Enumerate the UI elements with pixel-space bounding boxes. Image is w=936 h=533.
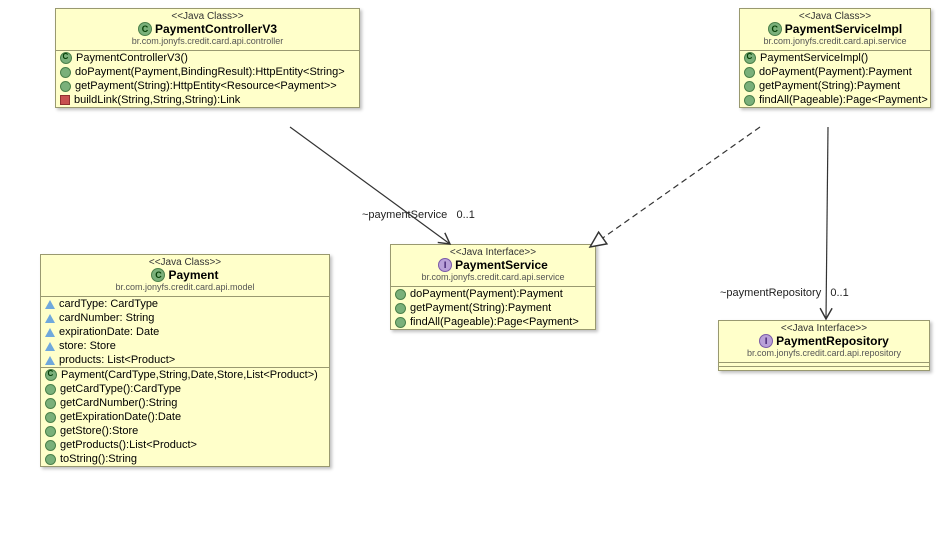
interface-icon: I [438, 258, 452, 272]
package-label: br.com.jonyfs.credit.card.api.model [47, 282, 323, 292]
interface-payment-repository: <<Java Interface>> I PaymentRepository b… [718, 320, 930, 371]
operation-row: getPayment(String):HttpEntity<Resource<P… [56, 79, 359, 93]
operation-row: Payment(CardType,String,Date,Store,List<… [41, 368, 329, 382]
method-icon [395, 289, 406, 300]
method-icon [45, 440, 56, 451]
field-row: expirationDate: Date [41, 325, 329, 339]
field-icon [45, 342, 55, 351]
class-name: I PaymentRepository [759, 334, 889, 348]
association-role-payment-service: ~paymentService 0..1 [362, 209, 475, 221]
stereotype-label: <<Java Interface>> [397, 247, 589, 258]
operation-row: PaymentControllerV3() [56, 51, 359, 65]
class-payment: <<Java Class>> C Payment br.com.jonyfs.c… [40, 254, 330, 467]
operation-row: getCardType():CardType [41, 382, 329, 396]
operation-row: getStore():Store [41, 424, 329, 438]
class-header: <<Java Interface>> I PaymentRepository b… [719, 321, 929, 363]
class-name: I PaymentService [438, 258, 548, 272]
class-name: C PaymentServiceImpl [768, 22, 902, 36]
field-row: cardType: CardType [41, 297, 329, 311]
field-icon [45, 356, 55, 365]
class-name-text: Payment [168, 268, 218, 282]
class-payment-controller-v3: <<Java Class>> C PaymentControllerV3 br.… [55, 8, 360, 108]
class-header: <<Java Class>> C Payment br.com.jonyfs.c… [41, 255, 329, 297]
field-icon [45, 314, 55, 323]
class-payment-service-impl: <<Java Class>> C PaymentServiceImpl br.c… [739, 8, 931, 108]
package-label: br.com.jonyfs.credit.card.api.repository [725, 348, 923, 358]
stereotype-label: <<Java Class>> [62, 11, 353, 22]
class-icon: C [151, 268, 165, 282]
method-icon [60, 81, 71, 92]
field-icon [45, 300, 55, 309]
operation-row: PaymentServiceImpl() [740, 51, 930, 65]
stereotype-label: <<Java Interface>> [725, 323, 923, 334]
operations-compartment: doPayment(Payment):Payment getPayment(St… [391, 287, 595, 329]
interface-payment-service: <<Java Interface>> I PaymentService br.c… [390, 244, 596, 330]
operation-row: getProducts():List<Product> [41, 438, 329, 452]
field-icon [45, 328, 55, 337]
field-row: store: Store [41, 339, 329, 353]
operation-row: getPayment(String):Payment [740, 79, 930, 93]
class-name-text: PaymentService [455, 258, 548, 272]
class-name-text: PaymentControllerV3 [155, 22, 277, 36]
method-icon [395, 303, 406, 314]
operation-row: getExpirationDate():Date [41, 410, 329, 424]
interface-icon: I [759, 334, 773, 348]
field-row: products: List<Product> [41, 353, 329, 367]
association-role-payment-repository: ~paymentRepository 0..1 [720, 287, 849, 299]
class-name: C PaymentControllerV3 [138, 22, 277, 36]
constructor-icon [45, 369, 57, 381]
operation-row: findAll(Pageable):Page<Payment> [740, 93, 930, 107]
method-icon [45, 398, 56, 409]
class-header: <<Java Class>> C PaymentControllerV3 br.… [56, 9, 359, 51]
method-icon [45, 426, 56, 437]
class-header: <<Java Class>> C PaymentServiceImpl br.c… [740, 9, 930, 51]
class-name-text: PaymentServiceImpl [785, 22, 902, 36]
attributes-compartment: cardType: CardType cardNumber: String ex… [41, 297, 329, 368]
method-icon [744, 81, 755, 92]
field-row: cardNumber: String [41, 311, 329, 325]
operation-row: toString():String [41, 452, 329, 466]
package-label: br.com.jonyfs.credit.card.api.service [397, 272, 589, 282]
operations-compartment: Payment(CardType,String,Date,Store,List<… [41, 368, 329, 466]
operation-row: doPayment(Payment):Payment [391, 287, 595, 301]
method-icon [45, 454, 56, 465]
class-header: <<Java Interface>> I PaymentService br.c… [391, 245, 595, 287]
class-name: C Payment [151, 268, 218, 282]
operations-compartment: PaymentServiceImpl() doPayment(Payment):… [740, 51, 930, 107]
operation-row: doPayment(Payment):Payment [740, 65, 930, 79]
class-icon: C [768, 22, 782, 36]
operation-row: doPayment(Payment,BindingResult):HttpEnt… [56, 65, 359, 79]
operation-row: getPayment(String):Payment [391, 301, 595, 315]
constructor-icon [60, 52, 72, 64]
constructor-icon [744, 52, 756, 64]
method-icon [744, 67, 755, 78]
operations-compartment: PaymentControllerV3() doPayment(Payment,… [56, 51, 359, 107]
operation-row: findAll(Pageable):Page<Payment> [391, 315, 595, 329]
method-icon [45, 384, 56, 395]
operation-row: getCardNumber():String [41, 396, 329, 410]
class-name-text: PaymentRepository [776, 334, 889, 348]
class-icon: C [138, 22, 152, 36]
method-icon [395, 317, 406, 328]
package-label: br.com.jonyfs.credit.card.api.service [746, 36, 924, 46]
method-icon [60, 67, 71, 78]
stereotype-label: <<Java Class>> [746, 11, 924, 22]
private-method-icon [60, 95, 70, 105]
package-label: br.com.jonyfs.credit.card.api.controller [62, 36, 353, 46]
method-icon [45, 412, 56, 423]
operation-row: buildLink(String,String,String):Link [56, 93, 359, 107]
method-icon [744, 95, 755, 106]
stereotype-label: <<Java Class>> [47, 257, 323, 268]
empty-compartment [719, 367, 929, 370]
